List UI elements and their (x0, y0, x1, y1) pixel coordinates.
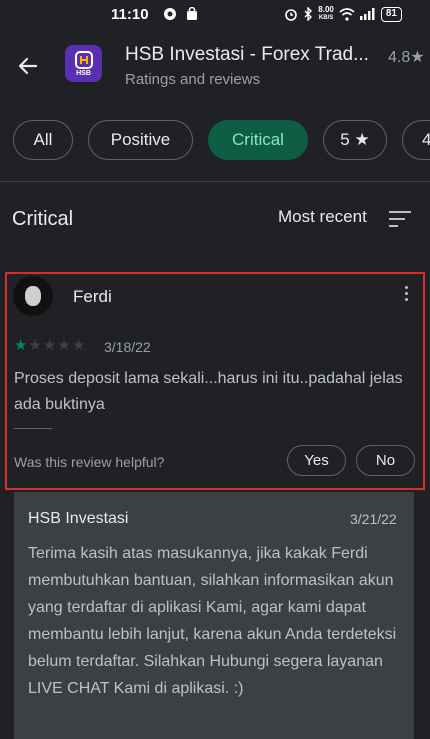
avatar (13, 276, 53, 316)
helpful-prompt: Was this review helpful? (14, 454, 165, 470)
filter-chip-5-star[interactable]: 5 ★ (323, 120, 387, 160)
reply-date: 3/21/22 (350, 511, 397, 527)
developer-reply: HSB Investasi 3/21/22 Terima kasih atas … (14, 492, 414, 739)
review-date: 3/18/22 (104, 339, 151, 355)
wifi-icon (339, 7, 355, 21)
app-icon: HSB (65, 45, 102, 82)
page-subtitle: Ratings and reviews (125, 71, 261, 88)
divider (0, 181, 430, 182)
status-bar: 11:10 8.00 KB/S 81 (0, 0, 430, 30)
star-icon: ★ (71, 337, 86, 354)
battery-indicator: 81 (380, 6, 402, 22)
filter-chip-4-star[interactable]: 4 (402, 120, 430, 160)
camera-notification-icon (164, 8, 176, 20)
star-icon: ★ (14, 337, 28, 354)
filter-chip-critical[interactable]: Critical (208, 120, 308, 160)
sort-button[interactable]: Most recent (278, 207, 367, 227)
arrow-back-icon (18, 57, 38, 75)
more-options-icon[interactable] (402, 286, 410, 304)
helpful-no-button[interactable]: No (356, 445, 415, 476)
hsb-logo-icon (74, 50, 93, 69)
helpful-yes-button[interactable]: Yes (287, 445, 346, 476)
section-title: Critical (12, 208, 74, 230)
divider (14, 428, 52, 429)
back-button[interactable] (12, 50, 44, 82)
filter-chips: All Positive Critical 5 ★ 4 (0, 100, 430, 180)
network-speed: 8.00 KB/S (318, 5, 334, 22)
shopping-bag-notification-icon (187, 7, 197, 20)
review-text: Proses deposit lama sekali...harus ini i… (14, 370, 403, 413)
bluetooth-icon (304, 7, 313, 21)
app-rating: 4.8★ (388, 49, 425, 66)
reply-text: Terima kasih atas masukannya, jika kakak… (28, 545, 397, 697)
filter-chip-all[interactable]: All (13, 120, 73, 160)
review-card: Ferdi ★ ★ ★ ★ ★ 3/18/22 Proses deposit l… (5, 272, 425, 490)
reviewer-name: Ferdi (73, 287, 112, 306)
app-title: HSB Investasi - Forex Trad... (125, 44, 369, 65)
app-header: HSB HSB Investasi - Forex Trad... 4.8★ R… (0, 30, 430, 100)
star-rating: ★ ★ ★ ★ ★ (14, 336, 85, 354)
star-icon: ★ (42, 337, 57, 354)
developer-name: HSB Investasi (28, 510, 129, 527)
alarm-icon (285, 9, 298, 21)
sort-icon[interactable] (389, 211, 411, 232)
signal-icon (359, 8, 375, 20)
filter-chip-positive[interactable]: Positive (88, 120, 193, 160)
star-icon: ★ (57, 337, 71, 354)
status-time: 11:10 (111, 6, 149, 23)
star-icon: ★ (28, 337, 42, 354)
